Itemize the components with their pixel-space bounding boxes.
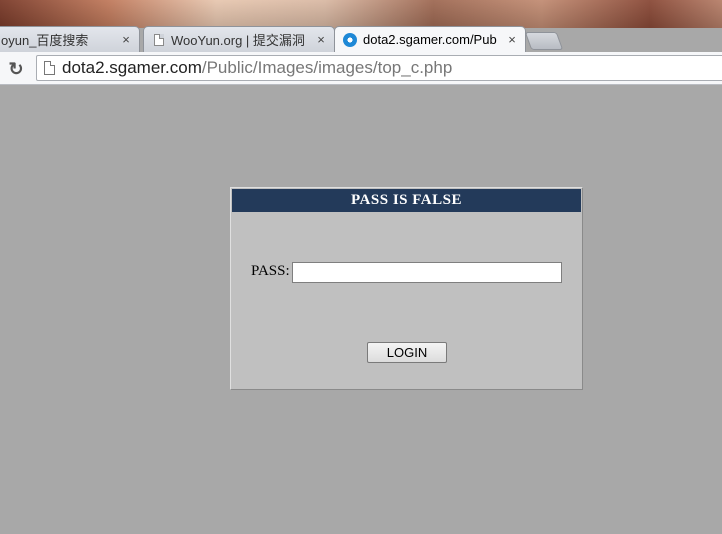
tab-title: WooYun.org | 提交漏洞 (171, 33, 305, 48)
page-icon (154, 33, 164, 46)
titlebar-wallpaper (0, 0, 722, 28)
url-text: dota2.sgamer.com/Public/Images/images/to… (62, 58, 452, 78)
window-titlebar (0, 0, 722, 28)
tab-dota2-sgamer[interactable]: dota2.sgamer.com/Pub × (334, 26, 526, 52)
new-tab-button[interactable] (524, 32, 564, 50)
url-path: /Public/Images/images/top_c.php (201, 58, 453, 77)
pass-input[interactable] (292, 262, 562, 283)
tab-close-icon[interactable]: × (505, 32, 519, 47)
browser-toolbar: ↻ dota2.sgamer.com/Public/Images/images/… (0, 52, 722, 85)
login-button[interactable]: LOGIN (367, 342, 447, 363)
tab-wooyun[interactable]: WooYun.org | 提交漏洞 × (143, 26, 335, 52)
url-host: dota2.sgamer.com (62, 58, 202, 77)
tab-title: dota2.sgamer.com/Pub (363, 32, 497, 47)
tab-title: oyun_百度搜索 (1, 33, 89, 48)
tab-close-icon[interactable]: × (119, 32, 133, 47)
reload-icon[interactable]: ↻ (7, 60, 25, 78)
panel-header: PASS IS FALSE (232, 189, 581, 212)
tab-close-icon[interactable]: × (314, 32, 328, 47)
address-bar[interactable]: dota2.sgamer.com/Public/Images/images/to… (36, 55, 722, 81)
tab-strip: oyun_百度搜索 × WooYun.org | 提交漏洞 × dota2.sg… (0, 26, 722, 52)
page-info-icon[interactable] (44, 61, 55, 75)
site-favicon-icon (343, 32, 357, 47)
login-panel: PASS IS FALSE PASS: LOGIN (230, 187, 583, 390)
tab-baidu-search[interactable]: oyun_百度搜索 × (0, 26, 140, 52)
pass-label: PASS: (251, 263, 290, 279)
